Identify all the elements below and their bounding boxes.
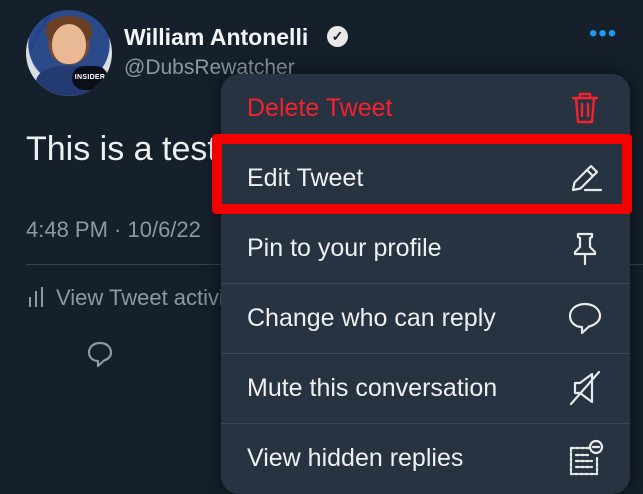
pin-icon: [573, 232, 597, 266]
menu-item-label: Delete Tweet: [247, 94, 393, 122]
menu-item-change-who-can-reply[interactable]: Change who can reply: [221, 284, 630, 353]
pencil-icon: [571, 164, 603, 192]
avatar-badge: INSIDER: [72, 66, 108, 90]
view-tweet-activity-label: View Tweet activity: [56, 285, 242, 310]
avatar-face: [52, 24, 86, 64]
tweet-options-menu: Delete Tweet Edit Tweet Pin to your prof…: [221, 74, 630, 494]
menu-item-mute-conversation[interactable]: Mute this conversation: [221, 354, 630, 423]
avatar[interactable]: INSIDER BETTER EVERY DAY: [26, 10, 112, 96]
menu-item-label: Pin to your profile: [247, 234, 442, 262]
reply-icon[interactable]: [86, 340, 114, 368]
menu-item-delete-tweet[interactable]: Delete Tweet: [221, 74, 630, 143]
menu-item-label: Mute this conversation: [247, 374, 498, 402]
author-name[interactable]: William Antonelli: [124, 24, 308, 51]
hidden-replies-icon: [569, 439, 604, 476]
menu-item-label: Edit Tweet: [247, 164, 364, 192]
speech-bubble-icon: [568, 302, 602, 335]
menu-item-label: View hidden replies: [247, 444, 464, 472]
tweet-text: This is a test: [26, 130, 217, 168]
trash-icon: [571, 92, 599, 124]
menu-item-label: Change who can reply: [247, 304, 496, 332]
menu-item-view-hidden-replies[interactable]: View hidden replies: [221, 424, 630, 493]
menu-item-edit-tweet[interactable]: Edit Tweet: [221, 144, 630, 213]
tweet-timestamp[interactable]: 4:48 PM · 10/6/22: [26, 217, 201, 243]
verified-badge-icon: ✓: [327, 26, 348, 47]
analytics-icon: [29, 287, 43, 307]
more-options-icon[interactable]: •••: [589, 20, 617, 48]
view-tweet-activity-link[interactable]: View Tweet activity: [28, 285, 241, 311]
menu-item-pin-to-profile[interactable]: Pin to your profile: [221, 214, 630, 283]
mute-icon: [569, 370, 601, 406]
